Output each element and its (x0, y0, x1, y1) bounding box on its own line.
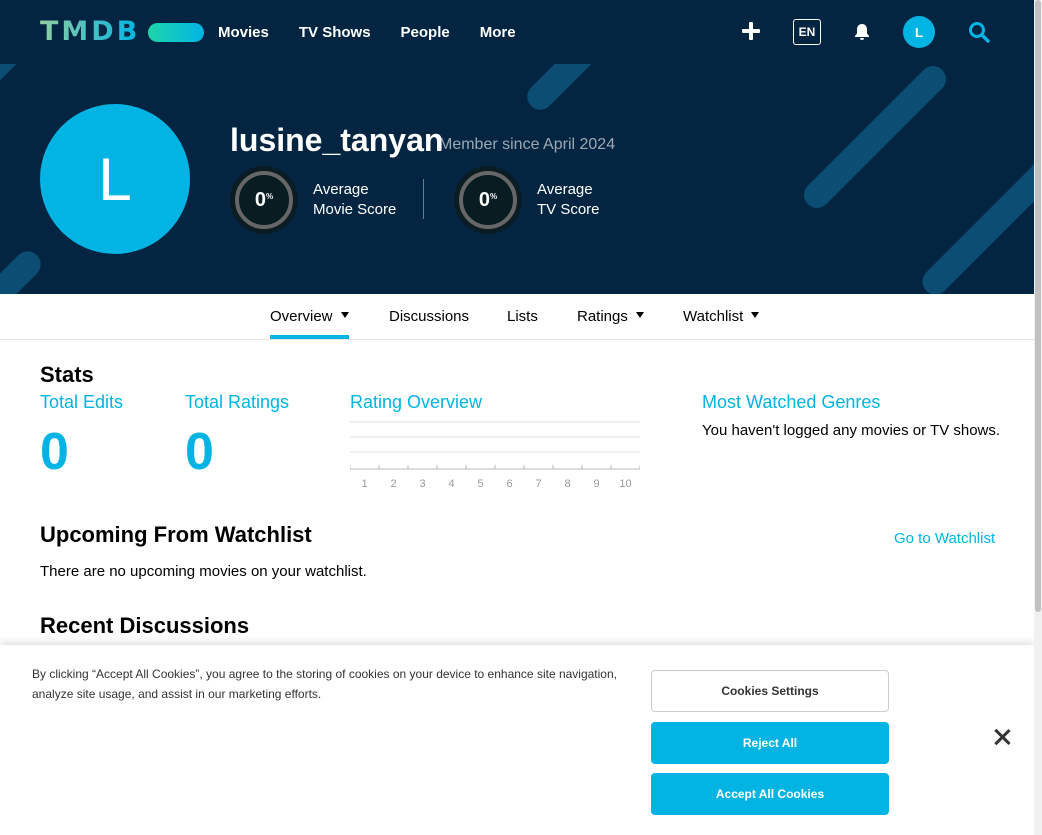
close-icon[interactable] (994, 729, 1010, 745)
tv-score-block: 0% Average TV Score (454, 166, 600, 234)
decor-stripe (917, 154, 1034, 294)
top-navbar: TMDB Movies TV Shows People More EN L (0, 0, 1034, 64)
cookie-text: By clicking “Accept All Cookies”, you ag… (32, 667, 617, 701)
chart-tick-label: 10 (619, 478, 631, 490)
rating-overview-title: Rating Overview (350, 392, 483, 412)
profile-avatar: L (40, 104, 190, 254)
total-edits-label: Total Edits (40, 392, 124, 412)
tv-score-unit: % (490, 191, 498, 201)
reject-all-button[interactable]: Reject All (651, 722, 889, 764)
chart-tick-label: 9 (593, 478, 599, 490)
decor-stripe (798, 64, 952, 214)
decor-stripe (521, 64, 619, 116)
total-edits-value: 0 (40, 423, 69, 481)
movie-score-unit: % (266, 191, 274, 201)
chart-tick-label: 2 (390, 478, 396, 490)
genres-title: Most Watched Genres (702, 392, 881, 412)
movie-score-circle: 0% (230, 166, 298, 234)
caret-down-icon (751, 312, 760, 319)
search-icon[interactable] (968, 21, 990, 48)
tmdb-logo[interactable]: TMDB (40, 16, 205, 47)
logo-text: TMDB (40, 16, 141, 47)
movie-score-block: 0% Average Movie Score (230, 166, 396, 234)
recent-discussions-heading: Recent Discussions (40, 613, 250, 638)
chart-tick-label: 5 (477, 478, 483, 490)
decor-stripe (0, 245, 47, 294)
main-nav: Movies TV Shows People More (218, 0, 546, 64)
profile-header: L lusine_tanyan Member since April 2024 … (0, 64, 1034, 294)
stats-heading: Stats (40, 362, 94, 387)
caret-down-icon (635, 312, 644, 319)
bell-icon[interactable] (852, 22, 872, 47)
nav-tv-shows[interactable]: TV Shows (299, 24, 371, 41)
tab-overview[interactable]: Overview (270, 308, 349, 325)
plus-icon[interactable] (742, 22, 760, 40)
movie-score-label: Average Movie Score (313, 181, 397, 218)
chart-tick-label: 3 (419, 478, 425, 490)
tv-score-label: Average TV Score (537, 181, 600, 218)
go-to-watchlist-link[interactable]: Go to Watchlist (894, 530, 995, 547)
language-button[interactable]: EN (793, 19, 821, 45)
cookie-banner: By clicking “Accept All Cookies”, you ag… (0, 645, 1034, 835)
rating-overview-chart: 1 2 3 4 5 6 7 8 9 10 (350, 421, 640, 490)
upcoming-empty-text: There are no upcoming movies on your wat… (40, 563, 367, 580)
nav-more[interactable]: More (480, 24, 516, 41)
tv-score-circle: 0% (454, 166, 522, 234)
chart-tick-label: 6 (506, 478, 512, 490)
tv-score-value: 0 (478, 188, 490, 211)
cookie-settings-button[interactable]: Cookies Settings (651, 670, 889, 712)
user-avatar-button[interactable]: L (903, 16, 935, 48)
tab-ratings[interactable]: Ratings (577, 308, 644, 325)
upcoming-heading: Upcoming From Watchlist (40, 522, 312, 547)
profile-subnav: Overview Discussions Lists Ratings Watch… (0, 294, 1034, 340)
tab-lists[interactable]: Lists (507, 308, 538, 325)
page-scrollbar[interactable] (1034, 0, 1042, 835)
genres-empty-text: You haven't logged any movies or TV show… (702, 422, 1001, 439)
tab-watchlist[interactable]: Watchlist (683, 308, 760, 325)
score-divider (423, 179, 424, 219)
total-ratings-label: Total Ratings (185, 392, 290, 412)
accept-all-button[interactable]: Accept All Cookies (651, 773, 889, 815)
logo-pill (148, 22, 205, 42)
decor-stripe (0, 64, 57, 89)
chart-tick-label: 8 (564, 478, 570, 490)
member-since: Member since April 2024 (439, 136, 616, 153)
movie-score-value: 0 (254, 188, 266, 211)
nav-people[interactable]: People (401, 24, 450, 41)
total-ratings-value: 0 (185, 423, 214, 481)
active-tab-indicator (270, 335, 349, 339)
chart-tick-label: 1 (361, 478, 367, 490)
scrollbar-thumb[interactable] (1035, 0, 1041, 612)
username: lusine_tanyan (230, 122, 444, 158)
chart-tick-label: 4 (448, 478, 454, 490)
caret-down-icon (340, 312, 349, 319)
nav-movies[interactable]: Movies (218, 24, 269, 41)
tab-discussions[interactable]: Discussions (389, 308, 469, 325)
chart-tick-label: 7 (535, 478, 541, 490)
